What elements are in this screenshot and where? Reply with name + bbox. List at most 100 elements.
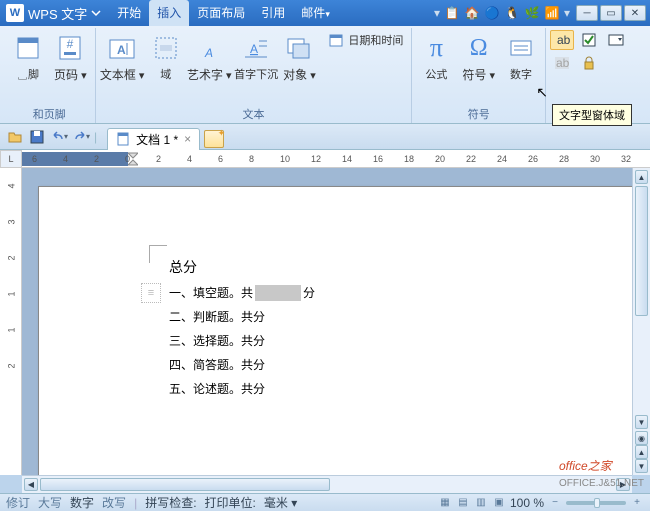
new-tab-button[interactable] [204, 130, 224, 148]
zoom-out-icon[interactable]: − [548, 496, 562, 510]
tab-page-layout[interactable]: 页面布局 [189, 0, 253, 26]
group-label: 符号 [412, 106, 545, 122]
globe-icon[interactable]: 🔵 [484, 5, 500, 21]
window-controls: ─ ▭ ✕ [576, 5, 646, 21]
ruler-tick: 32 [621, 154, 631, 164]
doc-line[interactable]: ≡一、填空题。共分 [169, 281, 632, 305]
number-button[interactable]: 数字 [501, 30, 541, 84]
sb-num[interactable]: 数字 [70, 494, 94, 511]
ruler-tick: 18 [404, 154, 414, 164]
view-reading-icon[interactable]: ▣ [492, 496, 506, 510]
app-menu-dropdown-icon[interactable] [91, 8, 101, 18]
view-web-icon[interactable]: ▥ [474, 496, 488, 510]
ruler-tick: 16 [373, 154, 383, 164]
save-icon[interactable] [28, 128, 46, 146]
wordart-button[interactable]: A 艺术字 ▾ [187, 30, 232, 85]
open-icon[interactable] [6, 128, 24, 146]
checkbox-form-field-button[interactable] [577, 30, 601, 50]
svg-text:A: A [204, 46, 213, 60]
scroll-thumb[interactable] [40, 478, 330, 491]
svg-text:A: A [250, 42, 258, 56]
close-button[interactable]: ✕ [624, 5, 646, 21]
redo-icon[interactable]: ▾ [72, 128, 90, 146]
home-icon[interactable]: 📋 [444, 5, 460, 21]
cloud-icon[interactable]: 📶 [544, 5, 560, 21]
view-print-layout-icon[interactable]: ▦ [438, 496, 452, 510]
tab-close-icon[interactable]: × [184, 132, 191, 146]
doc-title[interactable]: 总分 [169, 257, 632, 281]
svg-text:A: A [117, 43, 126, 57]
document-tab[interactable]: 文档 1 * × [107, 128, 200, 150]
zoom-value[interactable]: 100 % [510, 496, 544, 510]
leaf-icon[interactable]: 🌿 [524, 5, 540, 21]
equation-button[interactable]: π 公式 [416, 30, 456, 84]
vertical-scrollbar[interactable]: ▲ ▼ ◉ ▲ ▼ [632, 168, 650, 475]
sb-unit-label: 打印单位: [205, 494, 256, 511]
tab-insert[interactable]: 插入 [149, 0, 189, 26]
dropdown-form-field-button[interactable] [604, 30, 628, 50]
sb-overtype[interactable]: 改写 [102, 494, 126, 511]
ruler-tick: 2 [94, 154, 99, 164]
object-button[interactable]: 对象 ▾ [280, 30, 318, 85]
horizontal-scrollbar[interactable]: ◀ ▶ [22, 475, 632, 493]
sb-unit-value[interactable]: 毫米 ▾ [264, 494, 297, 511]
ruler-tick: 2 [156, 154, 161, 164]
zoom-slider[interactable] [566, 501, 626, 505]
form-shading-button[interactable]: ab [550, 53, 574, 73]
page[interactable]: 总分 ≡一、填空题。共分二、判断题。共分三、选择题。共分四、简答题。共分五、论述… [38, 186, 632, 475]
doc-line[interactable]: 五、论述题。共分 [169, 377, 632, 401]
symbol-button[interactable]: Ω 符号 ▾ [458, 30, 499, 85]
zoom-in-icon[interactable]: + [630, 496, 644, 510]
ruler-tick: 20 [435, 154, 445, 164]
tab-mailings[interactable]: 邮件▾ [293, 0, 338, 26]
protect-form-button[interactable] [577, 53, 601, 73]
ruler-tick: 1 [6, 291, 14, 296]
status-bar: 修订 大写 数字 改写 | 拼写检查: 打印单位: 毫米 ▾ ▦ ▤ ▥ ▣ 1… [0, 493, 650, 511]
field-indicator-icon: ≡ [141, 283, 161, 303]
minimize-button[interactable]: ─ [576, 5, 598, 21]
document-tab-name: 文档 1 * [136, 131, 178, 148]
document-area[interactable]: 总分 ≡一、填空题。共分二、判断题。共分三、选择题。共分四、简答题。共分五、论述… [22, 168, 632, 475]
title-bar: W WPS 文字 开始 插入 页面布局 引用 邮件▾ ▾ 📋 🏠 🔵 🐧 🌿 📶… [0, 0, 650, 26]
doc-line[interactable]: 三、选择题。共分 [169, 329, 632, 353]
page-number-button[interactable]: # 页码 ▾ [50, 30, 91, 85]
group-label: 和页脚 [4, 106, 95, 122]
horizontal-ruler[interactable]: 64202468101214161820222426283032 [22, 150, 650, 168]
ruler-tick: 10 [280, 154, 290, 164]
watermark: office之家OFFICE.J&51.NET [559, 457, 644, 491]
maximize-button[interactable]: ▭ [600, 5, 622, 21]
ruler-tick: 2 [6, 255, 14, 260]
doc-line[interactable]: 四、简答题。共分 [169, 353, 632, 377]
form-field[interactable] [255, 285, 301, 301]
vertical-ruler[interactable]: 432112 [0, 168, 22, 475]
tab-start[interactable]: 开始 [109, 0, 149, 26]
field-button[interactable]: 域 [147, 30, 185, 84]
view-outline-icon[interactable]: ▤ [456, 496, 470, 510]
scroll-thumb[interactable] [635, 186, 648, 316]
text-form-field-button[interactable]: ab| [550, 30, 574, 50]
house-icon[interactable]: 🏠 [464, 5, 480, 21]
doc-line[interactable]: 二、判断题。共分 [169, 305, 632, 329]
prev-page-button[interactable]: ◉ [635, 431, 648, 445]
ruler-tick: 12 [311, 154, 321, 164]
ruler-tick: 2 [6, 363, 14, 368]
sb-track-changes[interactable]: 修订 [6, 494, 30, 511]
ribbon-group-text: A 文本框 ▾ 域 A 艺术字 ▾ A 首字下沉 对象 ▾ [96, 28, 413, 123]
sb-caps[interactable]: 大写 [38, 494, 62, 511]
ruler-tick: 6 [218, 154, 223, 164]
undo-icon[interactable]: ▾ [50, 128, 68, 146]
tab-references[interactable]: 引用 [253, 0, 293, 26]
scroll-left-button[interactable]: ◀ [24, 478, 38, 491]
group-label: 文本 [96, 106, 412, 122]
ruler-tick: 30 [590, 154, 600, 164]
ribbon: ␣脚 # 页码 ▾ 和页脚 A 文本框 ▾ 域 A 艺术字 ▾ A [0, 26, 650, 124]
header-footer-button[interactable]: ␣脚 [8, 30, 48, 84]
bird-icon[interactable]: 🐧 [504, 5, 520, 21]
datetime-button[interactable]: 日期和时间 [324, 30, 407, 50]
scroll-up-button[interactable]: ▲ [635, 170, 648, 184]
ruler-tick: 28 [559, 154, 569, 164]
dropcap-button[interactable]: A 首字下沉 [234, 30, 279, 84]
sb-spellcheck[interactable]: 拼写检查: [145, 494, 196, 511]
scroll-down-button[interactable]: ▼ [635, 415, 648, 429]
textbox-button[interactable]: A 文本框 ▾ [100, 30, 145, 85]
